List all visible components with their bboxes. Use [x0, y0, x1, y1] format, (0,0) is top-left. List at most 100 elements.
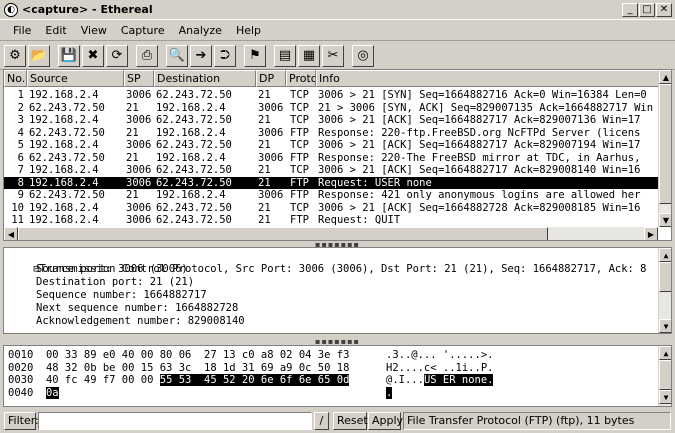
minimize-button[interactable]: _	[622, 3, 638, 17]
scroll-down-arrow-icon[interactable]: ▼	[659, 213, 671, 227]
details-vscroll-thumb[interactable]	[659, 262, 671, 292]
preferences-button[interactable]: ✂	[322, 44, 344, 67]
save-button[interactable]: 💾	[58, 44, 80, 67]
packet-cell-no: 10	[11, 201, 24, 214]
print-button[interactable]: ⎙	[136, 44, 158, 67]
scroll-up-arrow-icon[interactable]: ▲	[659, 248, 671, 262]
packet-cell-no: 6	[17, 151, 24, 164]
filter-expression-button[interactable]: /	[314, 411, 329, 430]
detail-field-destination-port[interactable]: Destination port: 21 (21)	[36, 276, 194, 289]
packet-cell-src: 192.168.2.4	[29, 176, 99, 189]
filter-input[interactable]	[38, 411, 312, 430]
hex-offset: 0010	[8, 349, 34, 361]
filter-reset-button[interactable]: Reset	[333, 411, 368, 430]
packet-list-vscroll-thumb[interactable]	[659, 84, 671, 204]
packet-cell-dst: 62.243.72.50	[156, 89, 232, 101]
column-header-destination[interactable]: Destination	[154, 70, 256, 87]
open-button[interactable]: 📂	[28, 44, 50, 67]
hex-line[interactable]: 0010 00 33 89 e0 40 00 80 06 27 13 c0 a8…	[8, 349, 349, 361]
packet-cell-info: 3006 > 21 [ACK] Seq=1664882717 Ack=82900…	[318, 139, 641, 151]
packet-cell-src: 192.168.2.4	[29, 114, 99, 126]
packet-cell-proto: FTP	[290, 176, 309, 189]
help-button[interactable]: ◎	[352, 44, 374, 67]
packet-row[interactable]: 2 62.243.72.50 21 192.168.2.4 3006 TCP 21 > 30…	[4, 102, 659, 114]
scroll-left-arrow-icon[interactable]: ◀	[4, 227, 18, 240]
filter-apply-button[interactable]: Apply	[368, 411, 403, 430]
scroll-down-arrow-icon[interactable]: ▼	[659, 390, 671, 404]
toolbar: ⚙ 📂 💾 ✖ ⟳ ⎙ 🔍 ➔ ⮊ ⚑ ▤ ▦ ✂ ◎	[0, 42, 675, 70]
capture-filter-icon: ⚑	[249, 48, 261, 63]
scroll-down-arrow-icon[interactable]: ▼	[659, 319, 671, 333]
hex-line[interactable]: 0040 0a	[8, 386, 59, 399]
packet-row[interactable]: 3 192.168.2.4 3006 62.243.72.50 21 TCP 3006 > …	[4, 114, 659, 126]
detail-field-source-port[interactable]: Source port: 3006 (3006)	[36, 263, 188, 276]
hex-spacer	[33, 349, 46, 361]
hex-vscroll-thumb[interactable]	[659, 360, 671, 390]
packet-row[interactable]: 5 192.168.2.4 3006 62.243.72.50 21 TCP 3006 > …	[4, 139, 659, 151]
packet-row[interactable]: 1 192.168.2.4 3006 62.243.72.50 21 TCP 3006 > …	[4, 89, 659, 101]
column-header-protocol[interactable]: Protocol	[286, 70, 316, 87]
display-filter-button[interactable]: ▤	[274, 44, 296, 67]
packet-cell-dp: 3006	[258, 189, 284, 201]
hex-ascii[interactable]: .3..@... '.....>.	[386, 349, 493, 361]
ethereal-app-icon[interactable]: ◐	[4, 2, 18, 17]
pane-splitter-bottom[interactable]: ▪▪▪▪▪▪▪	[0, 337, 675, 346]
close-file-button[interactable]: ✖	[82, 44, 104, 67]
hex-ascii[interactable]: @.I...US ER none.	[386, 374, 494, 386]
menu-help[interactable]: Help	[229, 24, 268, 37]
hex-ascii[interactable]: .	[386, 386, 393, 399]
menu-edit[interactable]: Edit	[38, 24, 73, 37]
hex-bytes: 40 fc 49 f7 00 00	[45, 374, 160, 386]
interfaces-button[interactable]: ⚙	[4, 44, 26, 67]
find-button[interactable]: 🔍	[166, 44, 188, 67]
packet-row[interactable]: 6 62.243.72.50 21 192.168.2.4 3006 FTP Respons…	[4, 152, 659, 164]
hex-dump-pane[interactable]: 0010 00 33 89 e0 40 00 80 06 27 13 c0 a8…	[3, 345, 672, 407]
coloring-icon: ▦	[302, 48, 316, 63]
column-header-info[interactable]: Info	[316, 70, 659, 87]
details-vscroll[interactable]: ▲ ▼	[658, 248, 671, 333]
packet-cell-dp: 3006	[258, 151, 284, 164]
detail-field-sequence-number[interactable]: Sequence number: 1664882717	[36, 289, 207, 302]
packet-list[interactable]: No. Source SP Destination DP Protocol In…	[3, 69, 672, 241]
hex-vscroll[interactable]: ▲ ▼	[658, 346, 671, 406]
scroll-right-arrow-icon[interactable]: ▶	[644, 227, 658, 240]
detail-field-ack-number[interactable]: Acknowledgement number: 829008140	[36, 315, 245, 328]
packet-row[interactable]: 10 192.168.2.4 3006 62.243.72.50 21 TCP 3006 >…	[4, 202, 659, 214]
filter-label-button[interactable]: Filter:	[4, 411, 39, 430]
menu-file[interactable]: File	[6, 24, 38, 37]
capture-filter-button[interactable]: ⚑	[244, 44, 266, 67]
column-header-dp[interactable]: DP	[256, 70, 286, 87]
packet-row[interactable]: 11 192.168.2.4 3006 62.243.72.50 21 FTP Reques…	[4, 214, 659, 226]
reload-button[interactable]: ⟳	[106, 44, 128, 67]
packet-row[interactable]: 7 192.168.2.4 3006 62.243.72.50 21 TCP 3006 > …	[4, 164, 659, 176]
column-header-source[interactable]: Source	[27, 70, 124, 87]
column-header-no[interactable]: No.	[4, 70, 27, 87]
hex-ascii-text: .3..@... '.....>.	[386, 349, 494, 361]
packet-details-pane[interactable]: ⊟Transmission Control Protocol, Src Port…	[3, 247, 672, 334]
packet-cell-src: 192.168.2.4	[29, 214, 99, 226]
go-next-button[interactable]: ➔	[190, 44, 212, 67]
detail-field-next-sequence[interactable]: Next sequence number: 1664882728	[36, 302, 238, 315]
packet-list-hscroll-thumb[interactable]	[18, 227, 548, 240]
coloring-button[interactable]: ▦	[298, 44, 320, 67]
scroll-up-arrow-icon[interactable]: ▲	[659, 70, 671, 84]
column-header-sp[interactable]: SP	[124, 70, 154, 87]
menu-analyze[interactable]: Analyze	[172, 24, 229, 37]
window-title: <capture> - Ethereal	[22, 3, 153, 16]
packet-row[interactable]: 8 192.168.2.4 3006 62.243.72.50 21 FTP Request…	[4, 176, 659, 189]
menu-capture[interactable]: Capture	[114, 24, 172, 37]
packet-cell-info: 3006 > 21 [ACK] Seq=1664882728 Ack=82900…	[318, 201, 641, 214]
packet-list-vscroll[interactable]: ▲ ▼	[658, 70, 671, 227]
hex-line[interactable]: 0020 48 32 0b be 00 15 63 3c 18 1d 31 69…	[8, 362, 349, 374]
packet-cell-no: 1	[17, 89, 24, 101]
packet-cell-dst: 192.168.2.4	[156, 101, 226, 114]
go-to-button[interactable]: ⮊	[214, 44, 236, 67]
packet-row[interactable]: 4 62.243.72.50 21 192.168.2.4 3006 FTP Respons…	[4, 127, 659, 139]
packet-row[interactable]: 9 62.243.72.50 21 192.168.2.4 3006 FTP Respons…	[4, 189, 659, 201]
scroll-up-arrow-icon[interactable]: ▲	[659, 346, 671, 360]
hex-ascii[interactable]: H2....c< ..1i..P.	[386, 362, 493, 374]
maximize-button[interactable]: □	[639, 3, 655, 17]
hex-line[interactable]: 0030 40 fc 49 f7 00 00 55 53 45 52 20 6e…	[8, 374, 350, 386]
menu-view[interactable]: View	[74, 24, 114, 37]
close-button[interactable]: ✕	[656, 3, 672, 17]
